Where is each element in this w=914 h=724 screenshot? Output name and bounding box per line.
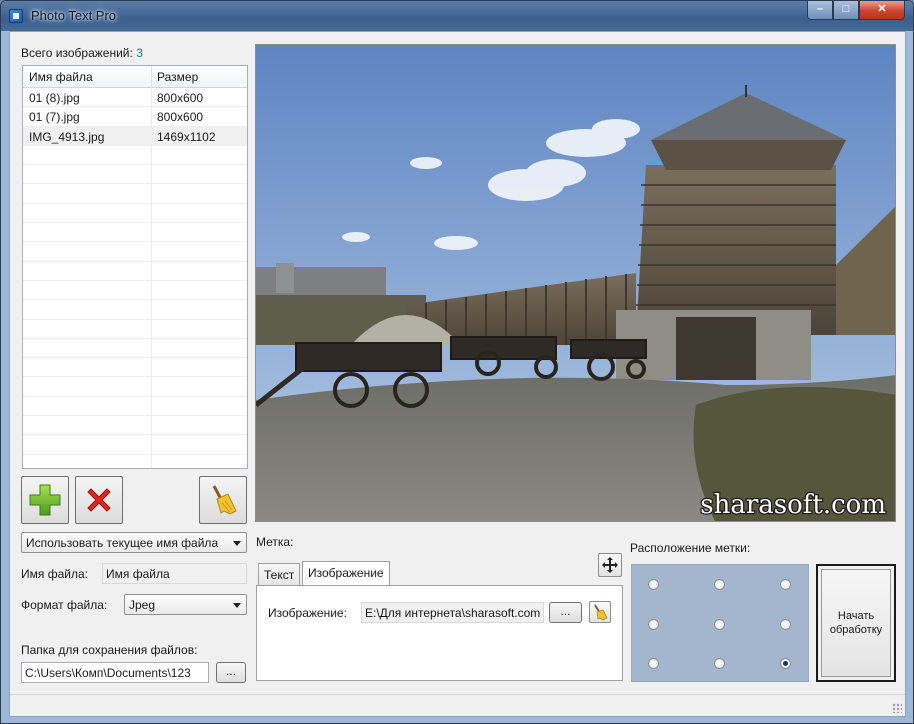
chevron-down-icon (233, 603, 241, 608)
start-processing-label: Начать обработку (821, 569, 891, 677)
title-bar[interactable]: Photo Text Pro – □ ✕ (1, 1, 913, 31)
empty-row (23, 281, 247, 301)
file-list-header: Имя файла Размер (23, 66, 247, 88)
empty-row (23, 165, 247, 185)
table-row[interactable]: IMG_4913.jpg 1469x1102 (23, 126, 247, 146)
format-value: Jpeg (129, 598, 156, 612)
empty-row (23, 339, 247, 359)
watermark-text: sharasoft.com (700, 490, 886, 520)
tab-text[interactable]: Текст (258, 563, 301, 585)
move-arrows-icon (602, 557, 618, 573)
position-top-center-radio[interactable] (714, 579, 725, 590)
empty-row (23, 300, 247, 320)
chevron-down-icon (233, 541, 241, 546)
empty-row (23, 358, 247, 378)
minimize-button[interactable]: – (807, 1, 833, 20)
app-icon (9, 9, 23, 23)
image-count: Всего изображений: 3 (21, 46, 143, 60)
empty-row (23, 397, 247, 417)
column-header-size[interactable]: Размер (157, 70, 198, 84)
broom-icon (594, 604, 608, 621)
empty-row (23, 262, 247, 281)
main-panel: Всего изображений: 3 Имя файла Размер 01… (9, 31, 906, 717)
empty-row (23, 320, 247, 339)
clear-list-button[interactable] (199, 476, 247, 524)
position-bottom-center-radio[interactable] (714, 658, 725, 669)
remove-file-button[interactable] (75, 476, 123, 524)
position-top-right-radio[interactable] (780, 579, 791, 590)
empty-row (23, 377, 247, 397)
format-label: Формат файла: (21, 598, 108, 612)
mark-settings-button[interactable] (598, 553, 622, 577)
add-files-button[interactable] (21, 476, 69, 524)
position-grid (631, 564, 809, 682)
table-row[interactable]: 01 (7).jpg 800x600 (23, 107, 247, 127)
cell-size: 1469x1102 (157, 129, 216, 144)
cell-size: 800x600 (157, 110, 204, 125)
preview-photo: sharasoft.com (256, 45, 895, 521)
mark-label: Метка: (256, 535, 294, 549)
column-header-filename[interactable]: Имя файла (29, 70, 93, 84)
position-bottom-right-radio[interactable] (780, 658, 791, 669)
cell-filename: 01 (7).jpg (29, 110, 80, 125)
position-middle-right-radio[interactable] (780, 619, 791, 630)
image-tab-panel: Изображение: E:\Для интернета\sharasoft.… (256, 585, 623, 681)
position-middle-left-radio[interactable] (648, 619, 659, 630)
plus-icon (29, 484, 61, 516)
image-preview: sharasoft.com (255, 44, 896, 522)
app-window: Photo Text Pro – □ ✕ Всего изображений: … (0, 0, 914, 724)
empty-row (23, 416, 247, 436)
naming-mode-select[interactable]: Использовать текущее имя файла (21, 532, 247, 553)
column-divider[interactable] (151, 66, 152, 88)
image-path-label: Изображение: (268, 606, 347, 620)
image-count-value: 3 (136, 46, 143, 60)
empty-row (23, 204, 247, 224)
tab-image[interactable]: Изображение (302, 561, 390, 585)
position-top-left-radio[interactable] (648, 579, 659, 590)
empty-row (23, 184, 247, 204)
cell-filename: 01 (8).jpg (29, 91, 80, 105)
cell-filename: IMG_4913.jpg (29, 129, 105, 144)
format-select[interactable]: Jpeg (124, 594, 247, 615)
filename-field[interactable]: Имя файла (102, 563, 247, 584)
save-folder-label: Папка для сохранения файлов: (21, 643, 198, 657)
save-folder-field[interactable]: C:\Users\Комп\Documents\123 (21, 662, 209, 683)
position-center-radio[interactable] (714, 619, 725, 630)
close-button[interactable]: ✕ (859, 1, 905, 20)
status-bar (10, 694, 905, 716)
naming-mode-value: Использовать текущее имя файла (26, 536, 219, 550)
empty-row (23, 146, 247, 166)
browse-image-button[interactable]: ... (549, 602, 582, 623)
empty-row (23, 223, 247, 243)
maximize-button[interactable]: □ (833, 1, 859, 20)
filename-label: Имя файла: (21, 567, 88, 581)
cross-icon (87, 488, 111, 512)
cell-size: 800x600 (157, 91, 204, 105)
resize-grip[interactable] (892, 703, 902, 713)
clear-image-button[interactable] (589, 601, 611, 623)
browse-folder-button[interactable]: ... (216, 662, 246, 683)
empty-row (23, 242, 247, 262)
image-path-field[interactable]: E:\Для интернета\sharasoft.com (361, 602, 544, 623)
table-row[interactable]: 01 (8).jpg 800x600 (23, 88, 247, 108)
file-list[interactable]: Имя файла Размер 01 (8).jpg 800x600 01 (… (22, 65, 248, 469)
empty-row (23, 435, 247, 455)
position-bottom-left-radio[interactable] (648, 658, 659, 669)
position-label: Расположение метки: (630, 541, 751, 555)
broom-icon (212, 485, 237, 515)
start-processing-button[interactable]: Начать обработку (816, 564, 896, 682)
file-list-rows: 01 (8).jpg 800x600 01 (7).jpg 800x600 IM… (23, 88, 247, 455)
image-count-label: Всего изображений: (21, 46, 133, 60)
window-title: Photo Text Pro (31, 8, 117, 23)
